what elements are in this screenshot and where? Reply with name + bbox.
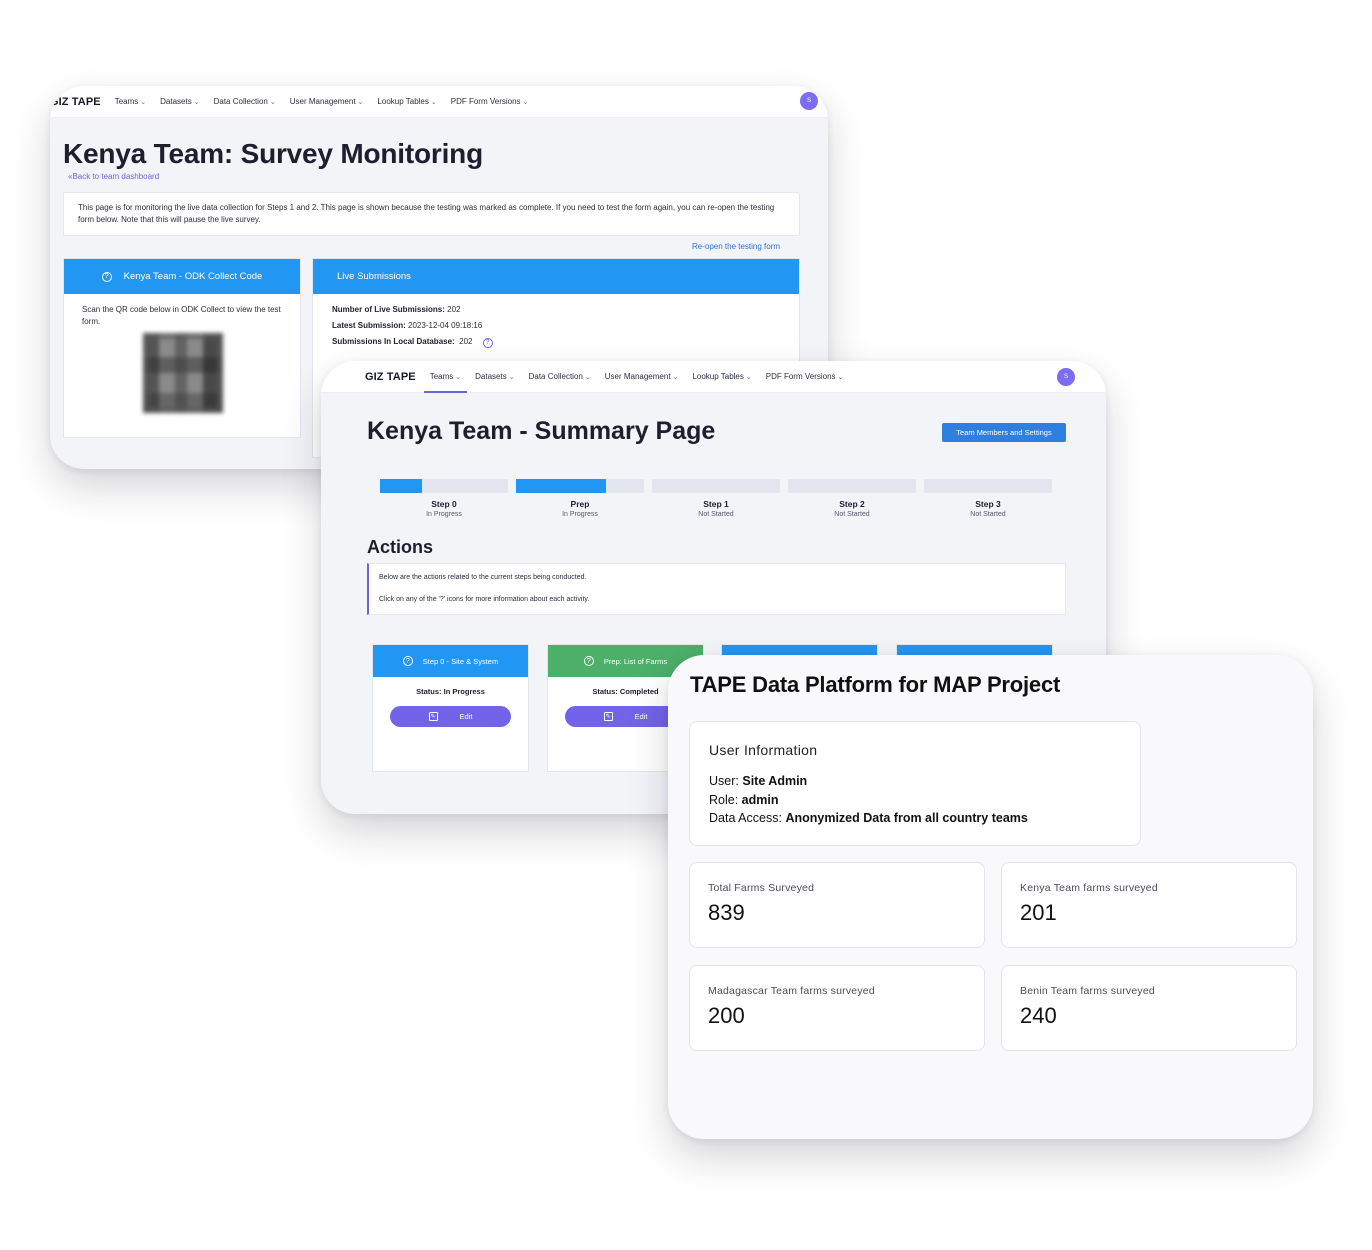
actions-heading: Actions (367, 537, 434, 557)
odk-panel-title: Kenya Team - ODK Collect Code (123, 271, 263, 282)
top-navbar: GIZ TAPE Teams ⌄ Datasets ⌄ Data Collectio… (50, 86, 828, 118)
live-submissions-count: Number of Live Submissions: 202 (332, 305, 461, 314)
stat-card-madagascar: Madagascar Team farms surveyed 200 (689, 965, 985, 1051)
local-db-submissions: Submissions In Local Database: 202? (332, 337, 780, 348)
step-progress-tracker: Step 0 In Progress Prep In Progress Step… (380, 479, 1054, 519)
chevron-down-icon: ⌄ (269, 98, 276, 106)
nav-data-collection[interactable]: Data Collection ⌄ (529, 361, 591, 393)
chevron-down-icon: ⌄ (672, 373, 679, 381)
stat-card-benin: Benin Team farms surveyed 240 (1001, 965, 1297, 1051)
chevron-down-icon: ⌄ (745, 373, 752, 381)
team-members-settings-button[interactable]: Team Members and Settings (942, 423, 1066, 442)
chevron-down-icon: ⌄ (584, 373, 591, 381)
step-indicator[interactable]: Step 2 Not Started (788, 479, 916, 518)
chevron-down-icon: ⌄ (140, 98, 147, 106)
help-icon[interactable]: ? (101, 271, 112, 282)
help-icon[interactable]: ? (482, 337, 493, 348)
chevron-down-icon: ⌄ (430, 98, 437, 106)
nav-pdf-form-versions[interactable]: PDF Form Versions ⌄ (451, 86, 529, 118)
odk-collect-panel: ? Kenya Team - ODK Collect Code Scan the… (63, 258, 301, 438)
step-progress-bar (516, 479, 644, 493)
nav-data-collection[interactable]: Data Collection ⌄ (214, 86, 276, 118)
nav-lookup-tables[interactable]: Lookup Tables ⌄ (692, 361, 751, 393)
data-access-line: Data Access: Anonymized Data from all co… (709, 811, 1028, 825)
user-info-heading: User Information (709, 742, 818, 758)
chevron-down-icon: ⌄ (522, 98, 529, 106)
brand-logo[interactable]: GIZ TAPE (365, 371, 416, 383)
page-title: Kenya Team - Summary Page (367, 417, 716, 445)
step-indicator[interactable]: Step 1 Not Started (652, 479, 780, 518)
stat-card-kenya: Kenya Team farms surveyed 201 (1001, 862, 1297, 948)
page-title: Kenya Team: Survey Monitoring (63, 138, 483, 169)
latest-submission: Latest Submission: 2023-12-04 09:18:16 (332, 321, 483, 330)
nav-pdf-form-versions[interactable]: PDF Form Versions ⌄ (766, 361, 844, 393)
step-indicator[interactable]: Step 3 Not Started (924, 479, 1052, 518)
user-line: User: Site Admin (709, 774, 808, 788)
chevron-down-icon: ⌄ (193, 98, 200, 106)
back-to-dashboard-link[interactable]: «Back to team dashboard (68, 172, 159, 181)
actions-info-box: Below are the actions related to the cur… (367, 563, 1066, 615)
edit-icon: ✎ (428, 712, 438, 721)
nav-datasets[interactable]: Datasets ⌄ (475, 361, 514, 393)
help-icon[interactable]: ? (583, 656, 594, 666)
live-panel-header: Live Submissions (313, 259, 799, 294)
chevron-down-icon: ⌄ (837, 373, 844, 381)
edit-button[interactable]: ✎ Edit (390, 706, 511, 727)
brand-logo[interactable]: GIZ TAPE (50, 96, 101, 108)
role-line: Role: admin (709, 792, 779, 807)
edit-icon: ✎ (603, 712, 613, 721)
chevron-down-icon: ⌄ (455, 373, 462, 381)
nav-user-management[interactable]: User Management ⌄ (605, 361, 679, 393)
chevron-down-icon: ⌄ (357, 98, 364, 106)
platform-title: TAPE Data Platform for MAP Project (690, 672, 1061, 697)
reopen-testing-form-link[interactable]: Re-open the testing form (692, 242, 780, 251)
qr-code (143, 333, 223, 413)
user-information-card: User Information User: Site Admin Role: … (689, 721, 1141, 846)
user-avatar[interactable]: S (1057, 368, 1075, 386)
step-progress-bar (788, 479, 916, 493)
nav-user-management[interactable]: User Management ⌄ (290, 86, 364, 118)
step-indicator[interactable]: Step 0 In Progress (380, 479, 508, 518)
step-progress-bar (924, 479, 1052, 493)
stat-card-total: Total Farms Surveyed 839 (689, 862, 985, 948)
top-navbar: GIZ TAPE Teams ⌄ Datasets ⌄ Data Collectio… (321, 361, 1106, 393)
chevron-down-icon: ⌄ (508, 373, 515, 381)
action-card-step0: ? Step 0 - Site & System Status: In Prog… (372, 644, 529, 772)
step-progress-bar (652, 479, 780, 493)
step-progress-bar (380, 479, 508, 493)
step-indicator[interactable]: Prep In Progress (516, 479, 644, 518)
nav-lookup-tables[interactable]: Lookup Tables ⌄ (377, 86, 436, 118)
platform-dashboard-window: TAPE Data Platform for MAP Project User … (668, 655, 1313, 1139)
nav-teams[interactable]: Teams ⌄ (115, 86, 146, 118)
odk-panel-header: ? Kenya Team - ODK Collect Code (64, 259, 300, 294)
help-icon[interactable]: ? (402, 656, 413, 666)
odk-panel-text: Scan the QR code below in ODK Collect to… (82, 305, 281, 326)
nav-datasets[interactable]: Datasets ⌄ (160, 86, 199, 118)
info-box: This page is for monitoring the live dat… (63, 192, 800, 236)
user-avatar[interactable]: S (800, 92, 818, 110)
nav-teams[interactable]: Teams ⌄ (423, 361, 468, 393)
